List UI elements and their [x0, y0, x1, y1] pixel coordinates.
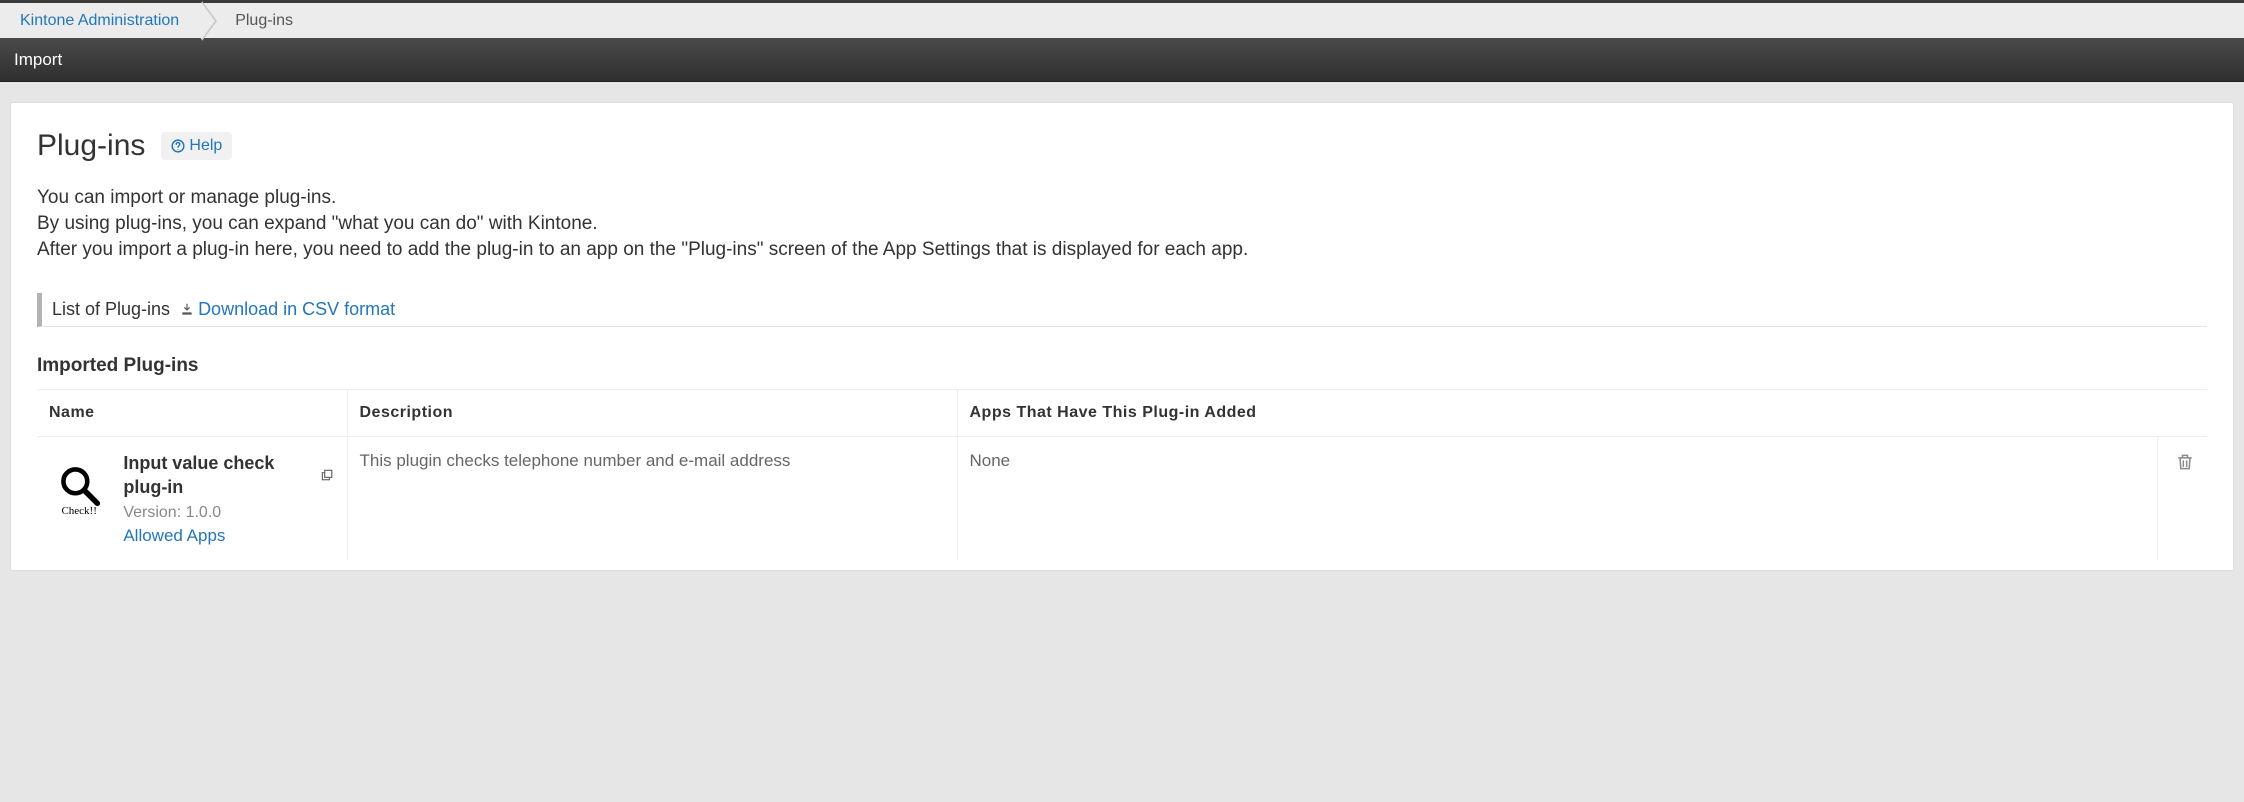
imported-heading: Imported Plug-ins	[37, 355, 2207, 377]
plugin-name: Input value check plug-in	[123, 451, 334, 500]
page-title: Plug-ins	[37, 129, 145, 163]
allowed-apps-link[interactable]: Allowed Apps	[123, 526, 334, 546]
plugin-version: Version: 1.0.0	[123, 504, 334, 522]
intro-line-3: After you import a plug-in here, you nee…	[37, 239, 2207, 261]
list-section-label: List of Plug-ins	[52, 299, 170, 320]
download-csv-label: Download in CSV format	[198, 299, 395, 320]
plugin-icon: Check!!	[49, 451, 109, 519]
col-apps: Apps That Have This Plug-in Added	[957, 390, 2207, 437]
download-csv-link[interactable]: Download in CSV format	[180, 299, 395, 320]
intro-text: You can import or manage plug-ins. By us…	[37, 187, 2207, 261]
plugin-description: This plugin checks telephone number and …	[347, 437, 957, 560]
breadcrumb-current: Plug-ins	[201, 2, 315, 40]
trash-icon	[2175, 451, 2195, 473]
intro-line-2: By using plug-ins, you can expand "what …	[37, 213, 2207, 235]
download-icon	[180, 302, 194, 318]
plugin-name-text: Input value check plug-in	[123, 451, 314, 500]
plugins-table: Name Description Apps That Have This Plu…	[37, 389, 2207, 560]
question-icon	[171, 139, 185, 153]
intro-line-1: You can import or manage plug-ins.	[37, 187, 2207, 209]
col-name: Name	[37, 390, 347, 437]
plugin-icon-caption: Check!!	[51, 505, 107, 517]
main-panel: Plug-ins Help You can import or manage p…	[10, 102, 2234, 571]
help-link[interactable]: Help	[161, 132, 232, 160]
toolbar: Import	[0, 38, 2244, 82]
list-section-header: List of Plug-ins Download in CSV format	[37, 293, 2207, 327]
breadcrumb: Kintone Administration Plug-ins	[0, 0, 2244, 38]
table-row: Check!! Input value check plug-in Versio…	[37, 437, 2207, 560]
help-label: Help	[189, 137, 222, 155]
magnifier-check-icon	[57, 463, 101, 507]
col-description: Description	[347, 390, 957, 437]
delete-plugin-button[interactable]	[2175, 458, 2195, 477]
plugin-apps: None	[957, 437, 2157, 560]
import-button[interactable]: Import	[14, 50, 62, 70]
external-link-icon[interactable]	[320, 467, 334, 483]
breadcrumb-root[interactable]: Kintone Administration	[0, 2, 201, 40]
